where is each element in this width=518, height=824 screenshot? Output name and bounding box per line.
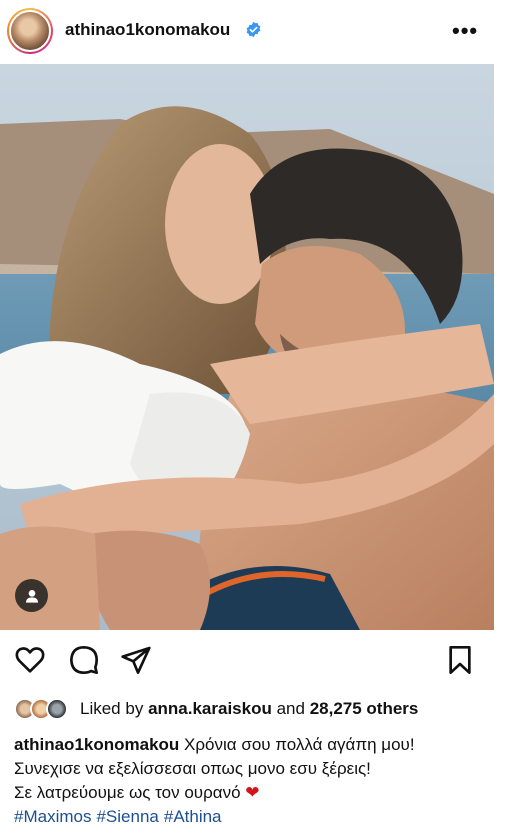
liker-avatars — [14, 698, 76, 720]
post-caption: athinao1konomakou Χρόνια σου πολλά αγάπη… — [14, 733, 504, 824]
liker-avatar — [46, 698, 68, 720]
profile-avatar[interactable] — [7, 8, 53, 54]
paper-plane-icon[interactable] — [120, 644, 152, 676]
bookmark-icon[interactable] — [444, 644, 476, 676]
verified-badge-icon — [246, 21, 261, 38]
hashtag-link[interactable]: #Athina — [164, 807, 222, 824]
hashtags: #Maximos #Sienna #Athina — [14, 805, 504, 824]
comment-bubble-icon[interactable] — [68, 644, 100, 676]
caption-line-1: Χρόνια σου πολλά αγάπη μου! — [184, 735, 415, 754]
likes-count[interactable]: 28,275 others — [310, 699, 419, 718]
post-username[interactable]: athinao1konomakou — [65, 20, 230, 40]
caption-username[interactable]: athinao1konomakou — [14, 735, 179, 754]
heart-outline-icon[interactable] — [14, 644, 46, 676]
hashtag-link[interactable]: #Maximos — [14, 807, 91, 824]
caption-line-3: Σε λατρεύουμε ως τον ουρανό — [14, 783, 241, 802]
caption-line-2: Συνεχισε να εξελίσσεσαι οπως μονο εσυ ξέ… — [14, 759, 371, 778]
heart-emoji: ❤ — [245, 783, 260, 802]
post-header: athinao1konomakou ••• — [0, 0, 518, 64]
user-tag-icon — [25, 589, 38, 603]
photo-illustration — [0, 64, 494, 630]
user-tag-button[interactable] — [15, 579, 48, 612]
likes-row[interactable]: Liked by anna.karaiskou and 28,275 other… — [14, 697, 418, 721]
likes-summary: Liked by anna.karaiskou and 28,275 other… — [80, 699, 419, 718]
post-photo[interactable] — [0, 64, 494, 630]
liker-username[interactable]: anna.karaiskou — [148, 699, 272, 718]
hashtag-link[interactable]: #Sienna — [96, 807, 158, 824]
action-bar — [0, 644, 494, 680]
more-options-button[interactable]: ••• — [452, 18, 478, 44]
